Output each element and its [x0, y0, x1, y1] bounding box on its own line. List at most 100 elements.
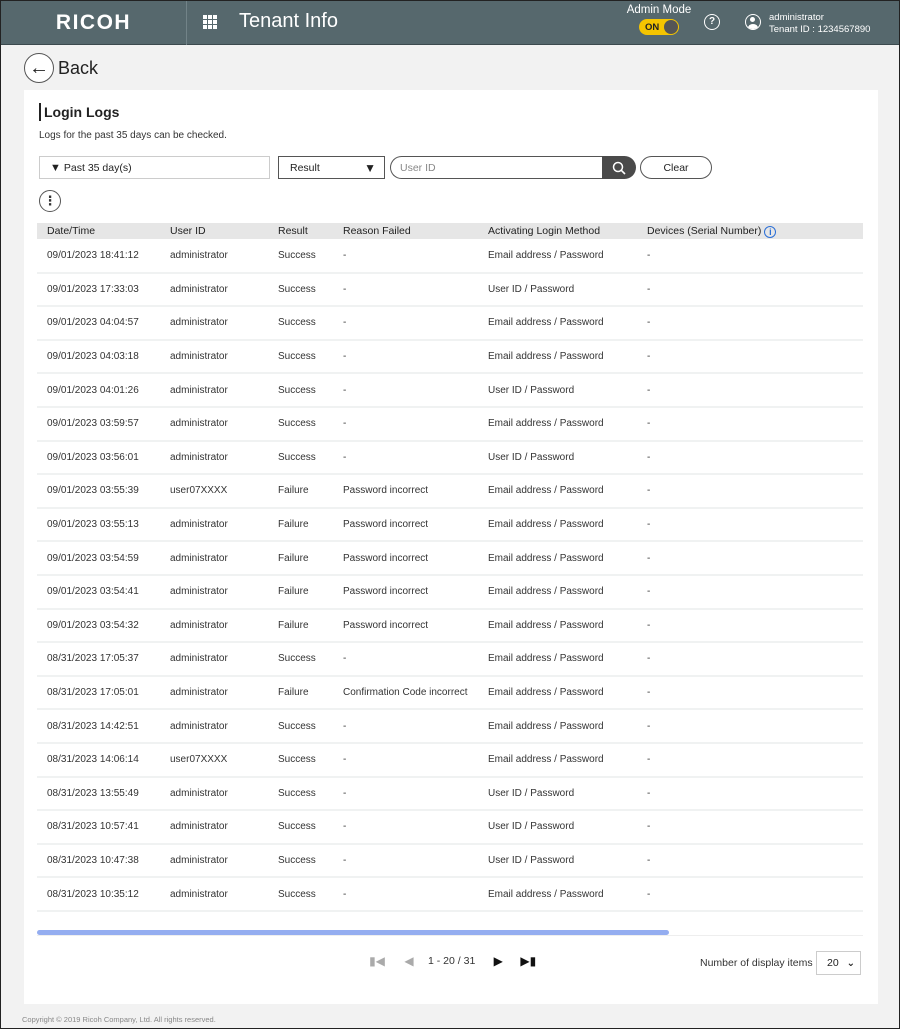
cell-reason-failed: Password incorrect	[333, 507, 478, 543]
cell-user-id: administrator	[160, 642, 268, 677]
horizontal-scrollbar[interactable]	[37, 930, 669, 935]
table-row[interactable]: 09/01/2023 03:59:57 administrator Success -…	[37, 406, 863, 442]
cell-result: Success	[268, 776, 333, 812]
cell-datetime: 09/01/2023 03:59:57	[37, 406, 160, 442]
cell-result: Success	[268, 440, 333, 476]
table-row[interactable]: 08/31/2023 10:57:41 administrator Success -…	[37, 810, 863, 845]
period-filter[interactable]: ▼ Past 35 day(s)	[39, 156, 270, 179]
page-range: 1 - 20 / 31	[428, 955, 476, 967]
cell-devices: -	[637, 272, 863, 308]
user-avatar-icon[interactable]	[745, 14, 761, 30]
prev-page-icon[interactable]: ◀	[400, 954, 418, 968]
table-row[interactable]: 08/31/2023 10:47:38 administrator Success -…	[37, 843, 863, 879]
table-row[interactable]: 09/01/2023 03:55:13 administrator Failure P…	[37, 507, 863, 543]
horizontal-scroll-track	[37, 935, 863, 936]
col-header-login-method[interactable]: Activating Login Method	[478, 223, 637, 239]
cell-reason-failed: -	[333, 642, 478, 677]
cell-devices: -	[637, 843, 863, 879]
cell-datetime: 09/01/2023 04:03:18	[37, 339, 160, 375]
user-id-search	[390, 156, 636, 179]
cell-devices: -	[637, 440, 863, 476]
table-row[interactable]: 09/01/2023 03:54:59 administrator Failure P…	[37, 541, 863, 576]
dropdown-triangle-icon: ▼	[364, 160, 376, 175]
col-header-reason-failed[interactable]: Reason Failed	[333, 223, 478, 239]
help-icon[interactable]: ?	[704, 14, 720, 30]
table-row[interactable]: 09/01/2023 03:56:01 administrator Success -…	[37, 440, 863, 476]
cell-result: Success	[268, 877, 333, 912]
cell-user-id: administrator	[160, 272, 268, 308]
table-row[interactable]: 09/01/2023 17:33:03 administrator Success -…	[37, 272, 863, 308]
cell-datetime: 09/01/2023 04:01:26	[37, 373, 160, 408]
col-header-user-id[interactable]: User ID	[160, 223, 268, 239]
cell-datetime: 09/01/2023 03:56:01	[37, 440, 160, 476]
filter-funnel-icon: ▼	[50, 161, 61, 174]
cell-devices: -	[637, 541, 863, 576]
result-select[interactable]: Result ▼	[278, 156, 385, 179]
cell-result: Success	[268, 742, 333, 778]
login-logs-table: Date/Time User ID Result Reason Failed A…	[37, 223, 863, 935]
col-header-devices-label[interactable]: Devices (Serial Number)	[647, 225, 761, 237]
cell-user-id: administrator	[160, 608, 268, 644]
cell-result: Success	[268, 642, 333, 677]
cell-user-id: administrator	[160, 675, 268, 711]
cell-reason-failed: Password incorrect	[333, 541, 478, 576]
cell-result: Success	[268, 810, 333, 845]
cell-reason-failed: Password incorrect	[333, 474, 478, 509]
cell-user-id: administrator	[160, 239, 268, 274]
back-button[interactable]: ← Back	[24, 53, 98, 83]
cell-user-id: administrator	[160, 440, 268, 476]
app-header: RICOH Tenant Info Admin Mode ON ? admini…	[1, 1, 899, 45]
table-row[interactable]: 09/01/2023 18:41:12 administrator Success -…	[37, 239, 863, 274]
per-page-select[interactable]: 20 ⌄	[816, 951, 861, 975]
table-row[interactable]: 09/01/2023 04:03:18 administrator Success -…	[37, 339, 863, 375]
search-button[interactable]	[602, 156, 636, 179]
cell-datetime: 09/01/2023 03:54:32	[37, 608, 160, 644]
cell-login-method: User ID / Password	[478, 843, 637, 879]
cell-user-id: administrator	[160, 373, 268, 408]
user-id-input[interactable]	[390, 156, 602, 179]
toggle-state-label: ON	[645, 21, 660, 33]
admin-mode-label: Admin Mode	[626, 4, 692, 16]
next-page-icon[interactable]: ▶	[489, 954, 507, 968]
cell-user-id: administrator	[160, 776, 268, 812]
table-row[interactable]: 08/31/2023 13:55:49 administrator Success -…	[37, 776, 863, 812]
table-row[interactable]: 08/31/2023 14:06:14 user07XXXX Success - Ema…	[37, 742, 863, 778]
cell-login-method: User ID / Password	[478, 440, 637, 476]
table-row[interactable]: 08/31/2023 14:42:51 administrator Success -…	[37, 709, 863, 744]
last-page-icon[interactable]: ▶▮	[519, 954, 537, 968]
col-header-result[interactable]: Result	[268, 223, 333, 239]
more-options-icon[interactable]: ⋮	[39, 190, 61, 212]
cell-datetime: 08/31/2023 14:42:51	[37, 709, 160, 744]
user-info[interactable]: administrator Tenant ID : 1234567890	[769, 12, 870, 36]
table-row[interactable]: 08/31/2023 10:35:12 administrator Success -…	[37, 877, 863, 912]
arrow-left-icon: ←	[24, 53, 54, 83]
clear-button[interactable]: Clear	[640, 156, 712, 179]
user-name: administrator	[769, 12, 824, 23]
table-row[interactable]: 08/31/2023 17:05:01 administrator Failure C…	[37, 675, 863, 711]
col-header-devices: Devices (Serial Number) i	[637, 223, 863, 239]
cell-login-method: User ID / Password	[478, 810, 637, 845]
search-icon	[612, 161, 626, 175]
cell-user-id: administrator	[160, 709, 268, 744]
cell-reason-failed: -	[333, 843, 478, 879]
ricoh-logo[interactable]: RICOH	[1, 1, 187, 45]
info-icon[interactable]: i	[764, 225, 777, 238]
app-title: Tenant Info	[239, 10, 338, 32]
app-grid-icon[interactable]	[203, 15, 217, 29]
table-row[interactable]: 09/01/2023 04:01:26 administrator Success -…	[37, 373, 863, 408]
cell-result: Success	[268, 406, 333, 442]
first-page-icon[interactable]: ▮◀	[368, 954, 386, 968]
cell-user-id: administrator	[160, 306, 268, 341]
cell-login-method: Email address / Password	[478, 541, 637, 576]
tenant-id: Tenant ID : 1234567890	[769, 24, 871, 35]
table-row[interactable]: 09/01/2023 03:54:32 administrator Failure P…	[37, 608, 863, 644]
admin-mode-toggle[interactable]: ON	[639, 19, 679, 35]
table-row[interactable]: 09/01/2023 03:54:41 administrator Failure P…	[37, 574, 863, 610]
table-row[interactable]: 09/01/2023 03:55:39 user07XXXX Failure Pass…	[37, 474, 863, 509]
cell-user-id: administrator	[160, 877, 268, 912]
per-page-value: 20	[827, 957, 839, 969]
cell-reason-failed: -	[333, 306, 478, 341]
col-header-datetime[interactable]: Date/Time	[37, 223, 160, 239]
table-row[interactable]: 09/01/2023 04:04:57 administrator Success -…	[37, 306, 863, 341]
table-row[interactable]: 08/31/2023 17:05:37 administrator Success -…	[37, 642, 863, 677]
